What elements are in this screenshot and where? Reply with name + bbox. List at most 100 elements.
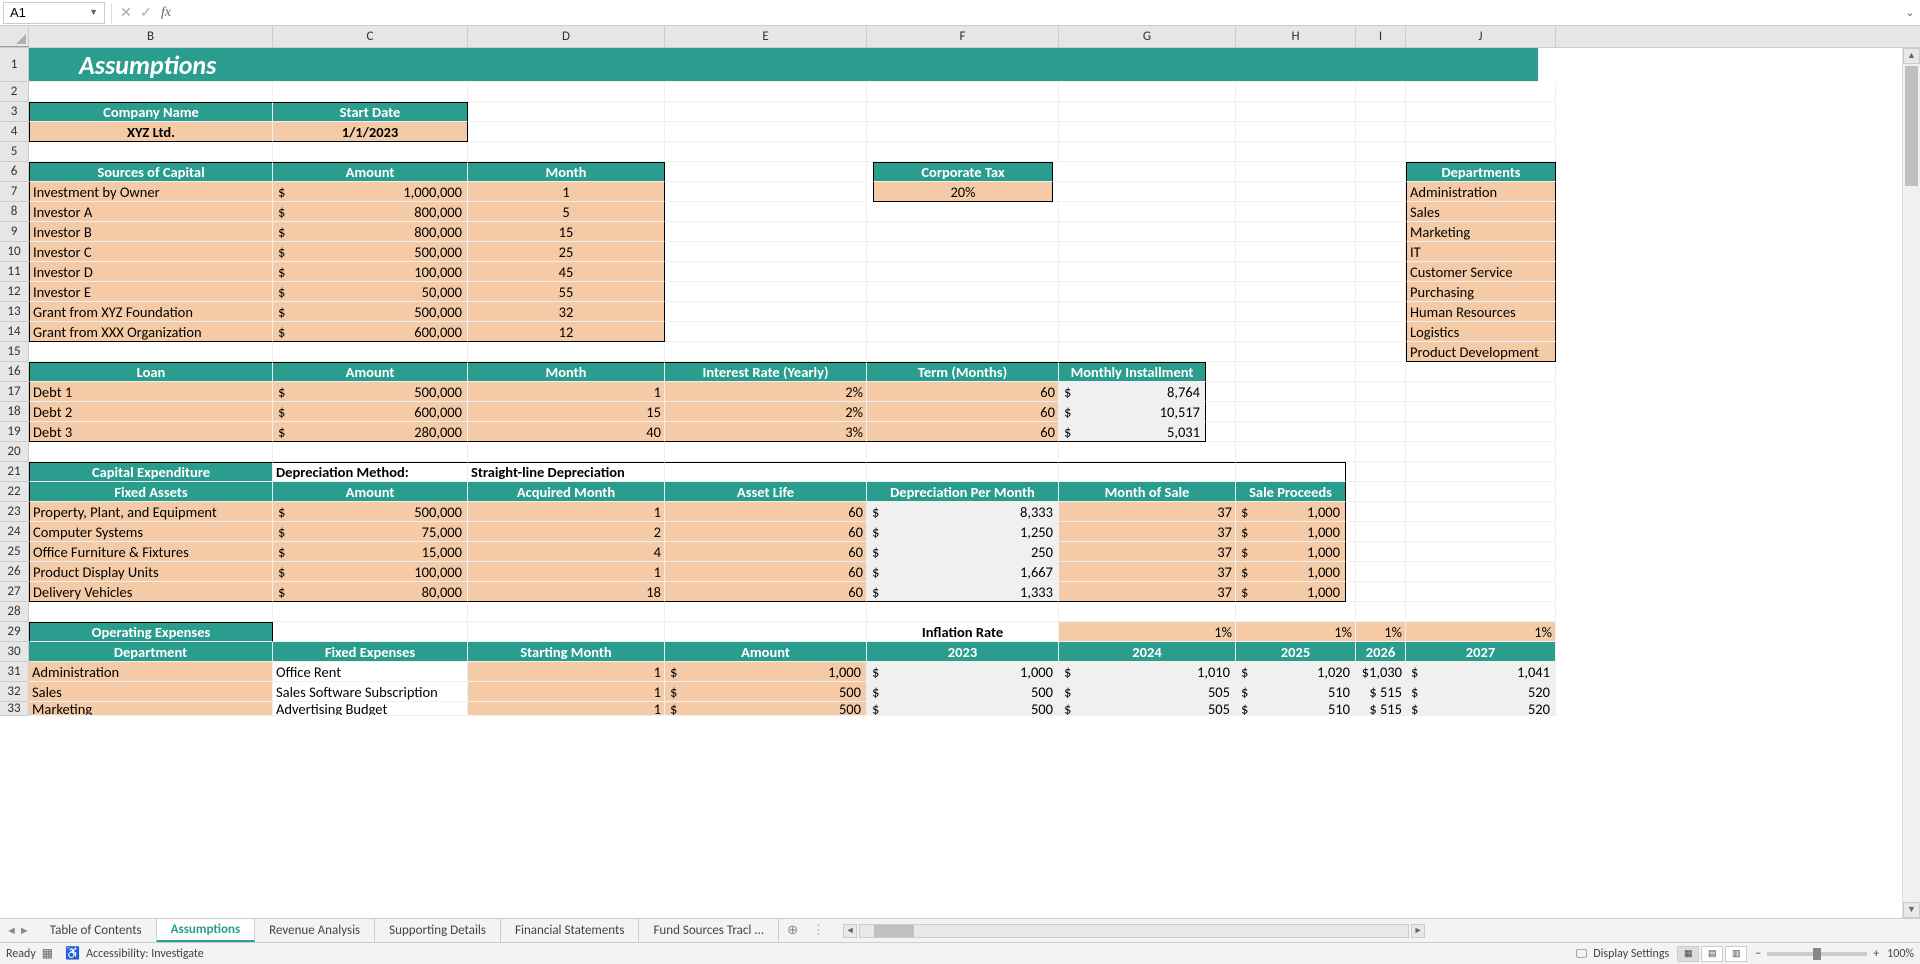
loan-term[interactable]: 60 (867, 382, 1059, 402)
accessibility-text[interactable]: Accessibility: Investigate (86, 947, 204, 961)
opex-dept[interactable]: Marketing (29, 702, 273, 716)
row-header[interactable]: 33 (0, 702, 29, 716)
col-header[interactable]: D (468, 26, 665, 47)
row-header[interactable]: 9 (0, 222, 29, 242)
row-header[interactable]: 15 (0, 342, 29, 362)
add-sheet-icon[interactable]: ⊕ (779, 923, 806, 938)
soc-row[interactable]: Grant from XXX Organization (29, 322, 273, 342)
loan-term[interactable]: 60 (867, 402, 1059, 422)
soc-row[interactable]: Investor C (29, 242, 273, 262)
row-header[interactable]: 22 (0, 482, 29, 502)
fa-amount[interactable]: $500,000 (273, 502, 468, 522)
row-header[interactable]: 20 (0, 442, 29, 462)
page-break-view-icon[interactable]: ▥ (1725, 946, 1747, 962)
dept-item[interactable]: Marketing (1406, 222, 1556, 242)
loan-row[interactable]: Debt 2 (29, 402, 273, 422)
soc-amount[interactable]: $500,000 (273, 302, 468, 322)
fa-sale-month[interactable]: 37 (1059, 522, 1236, 542)
loan-term[interactable]: 60 (867, 422, 1059, 442)
name-box[interactable]: ▼ (3, 2, 105, 24)
row-header[interactable]: 31 (0, 662, 29, 682)
col-header[interactable]: J (1406, 26, 1556, 47)
row-header[interactable]: 16 (0, 362, 29, 382)
row-header[interactable]: 12 (0, 282, 29, 302)
name-box-dropdown-icon[interactable]: ▼ (89, 7, 98, 18)
tab-nav-next-icon[interactable]: ► (19, 924, 30, 937)
soc-amount[interactable]: $800,000 (273, 222, 468, 242)
opex-exp[interactable]: Sales Software Subscription (273, 682, 468, 702)
soc-row[interactable]: Investor A (29, 202, 273, 222)
horizontal-scrollbar[interactable]: ◄ ► (843, 924, 1425, 938)
loan-row[interactable]: Debt 3 (29, 422, 273, 442)
fa-acq[interactable]: 2 (468, 522, 665, 542)
fa-life[interactable]: 60 (665, 502, 867, 522)
fa-acq[interactable]: 1 (468, 562, 665, 582)
row-header[interactable]: 21 (0, 462, 29, 482)
soc-month[interactable]: 45 (468, 262, 665, 282)
opex-dept[interactable]: Sales (29, 682, 273, 702)
soc-month[interactable]: 5 (468, 202, 665, 222)
soc-row[interactable]: Investment by Owner (29, 182, 273, 202)
col-header[interactable]: B (29, 26, 273, 47)
dept-item[interactable]: IT (1406, 242, 1556, 262)
row-header[interactable]: 10 (0, 242, 29, 262)
sheet-tab[interactable]: Revenue Analysis (255, 919, 375, 942)
inflation-val[interactable]: 1% (1356, 622, 1406, 642)
col-header[interactable]: H (1236, 26, 1356, 47)
fx-icon[interactable]: fx (156, 5, 176, 21)
col-header[interactable]: F (867, 26, 1059, 47)
loan-row[interactable]: Debt 1 (29, 382, 273, 402)
fa-proceeds[interactable]: $1,000 (1236, 522, 1346, 542)
zoom-slider[interactable] (1767, 952, 1867, 956)
soc-row[interactable]: Grant from XYZ Foundation (29, 302, 273, 322)
opex-amount[interactable]: $500 (665, 682, 867, 702)
start-date-value[interactable]: 1/1/2023 (273, 122, 468, 142)
vertical-scrollbar[interactable]: ▲ ▼ (1902, 48, 1920, 918)
sheet-tab[interactable]: Supporting Details (375, 919, 501, 942)
row-header[interactable]: 1 (0, 48, 29, 82)
col-header[interactable]: E (665, 26, 867, 47)
fa-sale-month[interactable]: 37 (1059, 542, 1236, 562)
fa-life[interactable]: 60 (665, 582, 867, 602)
loan-amount[interactable]: $600,000 (273, 402, 468, 422)
row-header[interactable]: 5 (0, 142, 29, 162)
soc-amount[interactable]: $1,000,000 (273, 182, 468, 202)
fa-life[interactable]: 60 (665, 542, 867, 562)
formula-bar-expand-icon[interactable]: ⌄ (1900, 6, 1920, 19)
row-header[interactable]: 28 (0, 602, 29, 622)
cells-area[interactable]: Assumptions Company Name Start Date XYZ … (29, 48, 1920, 716)
normal-view-icon[interactable]: ▦ (1677, 946, 1699, 962)
fa-amount[interactable]: $80,000 (273, 582, 468, 602)
soc-amount[interactable]: $100,000 (273, 262, 468, 282)
fa-acq[interactable]: 4 (468, 542, 665, 562)
row-header[interactable]: 26 (0, 562, 29, 582)
soc-row[interactable]: Investor E (29, 282, 273, 302)
fa-acq[interactable]: 1 (468, 502, 665, 522)
row-header[interactable]: 25 (0, 542, 29, 562)
scroll-right-icon[interactable]: ► (1411, 924, 1425, 938)
opex-amount[interactable]: $500 (665, 702, 867, 716)
fa-proceeds[interactable]: $1,000 (1236, 542, 1346, 562)
row-header[interactable]: 3 (0, 102, 29, 122)
fa-amount[interactable]: $75,000 (273, 522, 468, 542)
row-header[interactable]: 11 (0, 262, 29, 282)
sheet-tab[interactable]: Table of Contents (36, 919, 157, 942)
row-header[interactable]: 6 (0, 162, 29, 182)
display-settings-label[interactable]: Display Settings (1593, 947, 1669, 961)
row-header[interactable]: 13 (0, 302, 29, 322)
dept-item[interactable]: Sales (1406, 202, 1556, 222)
col-header[interactable]: G (1059, 26, 1236, 47)
zoom-out-icon[interactable]: − (1755, 947, 1761, 961)
fa-life[interactable]: 60 (665, 522, 867, 542)
dept-item[interactable]: Logistics (1406, 322, 1556, 342)
dept-item[interactable]: Administration (1406, 182, 1556, 202)
row-header[interactable]: 14 (0, 322, 29, 342)
soc-month[interactable]: 12 (468, 322, 665, 342)
loan-rate[interactable]: 2% (665, 382, 867, 402)
row-header[interactable]: 23 (0, 502, 29, 522)
sheet-tab[interactable]: Fund Sources Tracl ... (639, 919, 779, 942)
dept-item[interactable]: Purchasing (1406, 282, 1556, 302)
loan-rate[interactable]: 3% (665, 422, 867, 442)
dept-item[interactable]: Human Resources (1406, 302, 1556, 322)
opex-exp[interactable]: Advertising Budget (273, 702, 468, 716)
